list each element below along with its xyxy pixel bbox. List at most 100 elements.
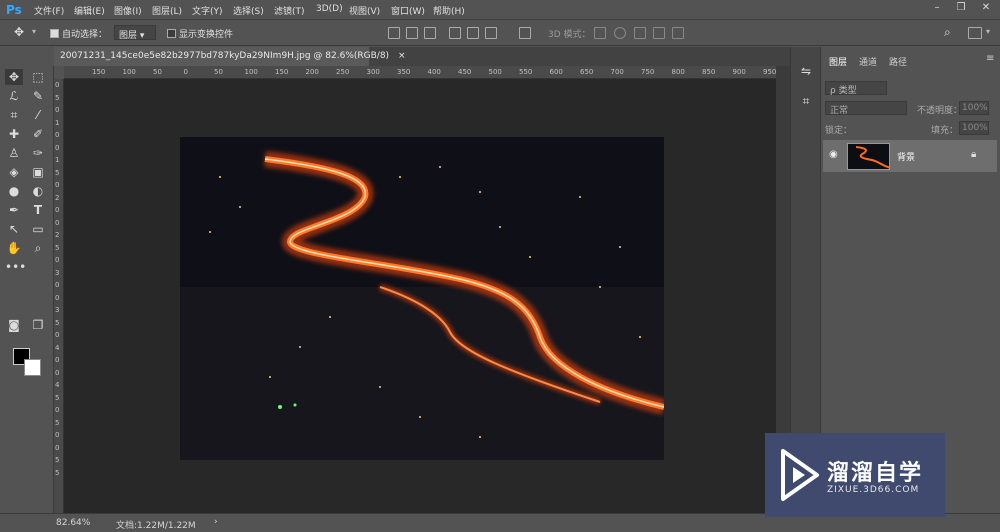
auto-select-dropdown[interactable]: 图层 ▾: [114, 25, 156, 41]
menu-image[interactable]: 图像(I): [114, 4, 142, 17]
properties-panel-icon[interactable]: ⌗: [797, 93, 815, 109]
search-icon[interactable]: ⌕: [944, 25, 951, 40]
menu-view[interactable]: 视图(V): [349, 4, 380, 17]
hand-tool-icon[interactable]: ✋: [5, 240, 23, 256]
layer-row-background[interactable]: ◉ 背景 🔒︎: [823, 140, 997, 172]
workspace-icon[interactable]: [968, 27, 982, 39]
align-hcenter-icon[interactable]: [467, 27, 479, 39]
3d-slide-icon[interactable]: [653, 27, 665, 39]
path-select-tool-icon[interactable]: ↖: [5, 221, 23, 237]
minimize-icon[interactable]: –: [926, 2, 948, 16]
ruler-v-tick: 3: [55, 306, 60, 314]
ruler-v-tick: 0: [55, 81, 60, 89]
menu-type[interactable]: 文字(Y): [192, 4, 223, 17]
maximize-icon[interactable]: ❐: [950, 2, 972, 16]
align-top-icon[interactable]: [388, 27, 400, 39]
ruler-h-tick: 150: [275, 68, 289, 76]
quick-mask-icon[interactable]: ◙: [5, 317, 23, 333]
watermark-logo-icon: [781, 449, 819, 501]
align-right-icon[interactable]: [485, 27, 497, 39]
show-transform-checkbox[interactable]: 显示变换控件: [167, 27, 233, 40]
watermark-subtitle: ZIXUE.3D66.COM: [827, 485, 920, 495]
3d-scale-icon[interactable]: [672, 27, 684, 39]
tab-close-icon[interactable]: ×: [398, 51, 406, 61]
panel-menu-icon[interactable]: ≡: [986, 53, 994, 64]
blur-tool-icon[interactable]: ●: [5, 183, 23, 199]
quick-select-tool-icon[interactable]: ✎: [29, 88, 47, 104]
ruler-h-tick: 700: [610, 68, 624, 76]
tools-panel: ✥ ⬚ ℒ ✎ ⌗ ⁄ ✚ ✐ ♙ ✑ ◈ ▣ ● ◐ ✒ T ↖ ▭ ✋ ⌕ …: [0, 66, 54, 513]
menu-filter[interactable]: 滤镜(T): [274, 4, 305, 17]
brush-tool-icon[interactable]: ✐: [29, 126, 47, 142]
layer-filter-dropdown[interactable]: ρ 类型: [825, 81, 887, 96]
ruler-v-tick: 0: [55, 218, 60, 227]
ruler-v-tick: 0: [55, 443, 60, 452]
align-bottom-icon[interactable]: [424, 27, 436, 39]
tab-channels[interactable]: 通道: [859, 55, 877, 68]
healing-tool-icon[interactable]: ✚: [5, 126, 23, 142]
tab-layers[interactable]: 图层: [829, 55, 847, 68]
eyedropper-tool-icon[interactable]: ⁄: [29, 107, 47, 123]
ruler-h-tick: 50: [153, 68, 162, 76]
auto-select-checkbox[interactable]: 自动选择：: [50, 27, 107, 40]
workspace-chevron-icon[interactable]: ▾: [986, 27, 990, 36]
fill-label: 填充：: [931, 126, 959, 136]
menu-select[interactable]: 选择(S): [233, 4, 264, 17]
menu-edit[interactable]: 编辑(E): [74, 4, 105, 17]
pen-tool-icon[interactable]: ✒: [5, 202, 23, 218]
zoom-tool-icon[interactable]: ⌕: [29, 240, 47, 256]
more-tools-icon[interactable]: •••: [5, 259, 26, 275]
move-tool-icon[interactable]: ✥: [14, 25, 24, 39]
status-arrow-icon[interactable]: ›: [214, 517, 218, 527]
horizontal-ruler: 150 100 50 0 50 100 150 200 250 300 350 400 450 500 55…: [64, 66, 776, 79]
menu-help[interactable]: 帮助(H): [433, 4, 465, 17]
3d-rotate-icon[interactable]: [594, 27, 606, 39]
menu-3d[interactable]: 3D(D): [316, 4, 343, 14]
ruler-h-tick: 500: [488, 68, 502, 76]
ruler-h-tick: 100: [244, 68, 258, 76]
document-tab-bar: 20071231_145ce0e5e82b2977bd787kyDa29NIm9…: [54, 47, 790, 66]
opacity-input[interactable]: 100%: [959, 101, 989, 115]
align-vcenter-icon[interactable]: [406, 27, 418, 39]
ruler-v-tick: 0: [55, 181, 60, 189]
align-left-icon[interactable]: [449, 27, 461, 39]
watermark: 溜溜自学 ZIXUE.3D66.COM: [765, 433, 945, 517]
marquee-tool-icon[interactable]: ⬚: [29, 69, 47, 85]
document-tab[interactable]: 20071231_145ce0e5e82b2977bd787kyDa29NIm9…: [54, 47, 405, 66]
zoom-level[interactable]: 82.64%: [56, 518, 90, 528]
document-info: 文档:1.22M/1.22M: [116, 521, 196, 531]
rectangle-tool-icon[interactable]: ▭: [29, 221, 47, 237]
close-icon[interactable]: ✕: [975, 2, 997, 16]
show-transform-label: 显示变换控件: [179, 30, 234, 40]
ruler-v-tick: 2: [55, 193, 60, 202]
visibility-eye-icon[interactable]: ◉: [829, 149, 838, 160]
lock-icon: 🔒︎: [971, 149, 977, 160]
ruler-h-tick: 600: [549, 68, 563, 76]
3d-drag-icon[interactable]: [634, 27, 646, 39]
history-panel-icon[interactable]: ⇋: [797, 63, 815, 79]
crop-tool-icon[interactable]: ⌗: [5, 107, 23, 123]
eraser-tool-icon[interactable]: ◈: [5, 164, 23, 180]
fill-input[interactable]: 100%: [959, 121, 989, 135]
gradient-tool-icon[interactable]: ▣: [29, 164, 47, 180]
lasso-tool-icon[interactable]: ℒ: [5, 88, 23, 104]
menu-window[interactable]: 窗口(W): [391, 4, 425, 17]
ruler-v-tick: 0: [55, 431, 60, 439]
background-color-swatch[interactable]: [24, 359, 41, 376]
history-brush-tool-icon[interactable]: ✑: [29, 145, 47, 161]
move-tool-icon[interactable]: ✥: [5, 69, 23, 85]
clone-stamp-tool-icon[interactable]: ♙: [5, 145, 23, 161]
3d-roll-icon[interactable]: [614, 27, 626, 39]
menu-file[interactable]: 文件(F): [34, 4, 64, 17]
menu-layer[interactable]: 图层(L): [152, 4, 182, 17]
type-tool-icon[interactable]: T: [29, 202, 47, 218]
distribute-icon[interactable]: [519, 27, 531, 39]
document-image[interactable]: [180, 137, 664, 460]
dodge-tool-icon[interactable]: ◐: [29, 183, 47, 199]
photoshop-logo: Ps: [6, 3, 22, 17]
screen-mode-icon[interactable]: ❐: [29, 317, 47, 333]
blend-mode-dropdown[interactable]: 正常: [825, 101, 907, 116]
chevron-down-icon[interactable]: ▾: [32, 27, 36, 36]
tab-paths[interactable]: 路径: [889, 55, 907, 68]
ruler-v-tick: 3: [55, 268, 60, 277]
